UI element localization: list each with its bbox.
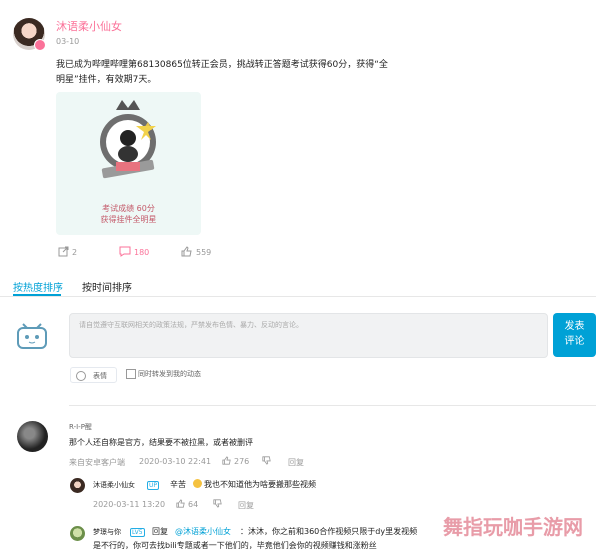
- reply-user-name[interactable]: 沐语柔小仙女: [93, 480, 135, 490]
- author-name[interactable]: 沐语柔小仙女: [56, 18, 122, 34]
- avatar-pendant-icon: [34, 39, 46, 51]
- reply-dislike-icon[interactable]: [213, 499, 222, 508]
- reply-like-icon[interactable]: [176, 499, 185, 508]
- tab-divider: [0, 296, 596, 297]
- reply-text-prefix: 辛苦: [170, 480, 186, 489]
- exam-result-card[interactable]: 考试成绩 60分 获得挂件全明星: [56, 92, 201, 235]
- send-comment-button[interactable]: 发表 评论: [553, 313, 596, 357]
- comment-icon[interactable]: [119, 246, 131, 257]
- tab-sort-hot[interactable]: 按热度排序: [13, 279, 63, 294]
- comment-input[interactable]: 请自觉遵守互联网相关的政策法规，严禁发布色情、暴力、反动的言论。: [69, 313, 548, 358]
- reply-time: 2020-03-11 13:20: [93, 500, 166, 509]
- repost-checkbox[interactable]: [126, 369, 136, 379]
- comment-reply-button[interactable]: 回复: [288, 457, 304, 468]
- emoji-label: 表情: [93, 372, 107, 380]
- sweat-emoji-icon: [193, 479, 202, 488]
- comment-dislike-icon[interactable]: [262, 456, 271, 465]
- commenter-name[interactable]: R-I-P醒: [69, 422, 92, 432]
- tab-sort-time[interactable]: 按时间排序: [82, 279, 132, 294]
- comment-time: 2020-03-10 22:41: [139, 457, 212, 466]
- reply-text: 我也不知道他为啥要搬那些视频: [204, 480, 316, 489]
- post-text-line2: 明星”挂件，有效期7天。: [56, 75, 157, 85]
- send-button-label-2: 评论: [564, 336, 585, 347]
- emoji-icon: [76, 371, 86, 381]
- reply2-reply-word: 回复: [152, 527, 168, 536]
- comment-like-icon[interactable]: [222, 456, 231, 465]
- share-icon[interactable]: [58, 246, 69, 257]
- reply2-avatar[interactable]: [70, 526, 85, 541]
- comment-count: 180: [134, 248, 150, 257]
- reply-avatar[interactable]: [70, 478, 85, 493]
- card-caption-score: 考试成绩 60分: [102, 204, 155, 213]
- comment-device: 来自安卓客户端: [69, 458, 125, 467]
- like-icon[interactable]: [181, 246, 192, 257]
- send-button-label-1: 发表: [564, 321, 585, 332]
- repost-label: 同时转发到我的动态: [138, 370, 201, 378]
- post-date: 03-10: [56, 37, 80, 46]
- site-watermark: 舞指玩咖手游网: [443, 515, 583, 539]
- reply-like-count: 64: [188, 500, 199, 509]
- commenter-avatar[interactable]: [17, 421, 48, 452]
- comment-like-count: 276: [234, 457, 250, 466]
- tv-mascot-avatar: [15, 320, 49, 354]
- level-badge: LV5: [130, 528, 145, 537]
- reply-reply-button[interactable]: 回复: [238, 500, 254, 511]
- like-count: 559: [196, 248, 212, 257]
- card-caption-reward: 获得挂件全明星: [100, 215, 157, 224]
- reply2-user-name[interactable]: 梦璟与你: [93, 527, 121, 537]
- reply2-text-line2: 是不行的，你可去找bili专题或者一下他们的，毕竟他们会你的视频赚钱和涨粉丝: [93, 541, 377, 550]
- comment-input-placeholder: 请自觉遵守互联网相关的政策法规，严禁发布色情、暴力、反动的言论。: [79, 321, 303, 329]
- comments-divider: [69, 405, 596, 406]
- share-count: 2: [72, 248, 78, 257]
- reply2-mention-link[interactable]: @沐语柔小仙女: [175, 526, 231, 537]
- post-text-line1: 我已成为哔哩哔哩第68130865位转正会员，挑战转正答题考试获得60分，获得“…: [56, 60, 388, 70]
- reply2-text: ：沐沐，你之前和360合作视频只限于dy里发视频: [240, 527, 418, 536]
- comment-text: 那个人还自称是官方，结果要不被拉黑，或者被删评: [69, 438, 253, 447]
- up-badge: UP: [147, 481, 160, 490]
- emoji-button[interactable]: 表情: [70, 367, 117, 383]
